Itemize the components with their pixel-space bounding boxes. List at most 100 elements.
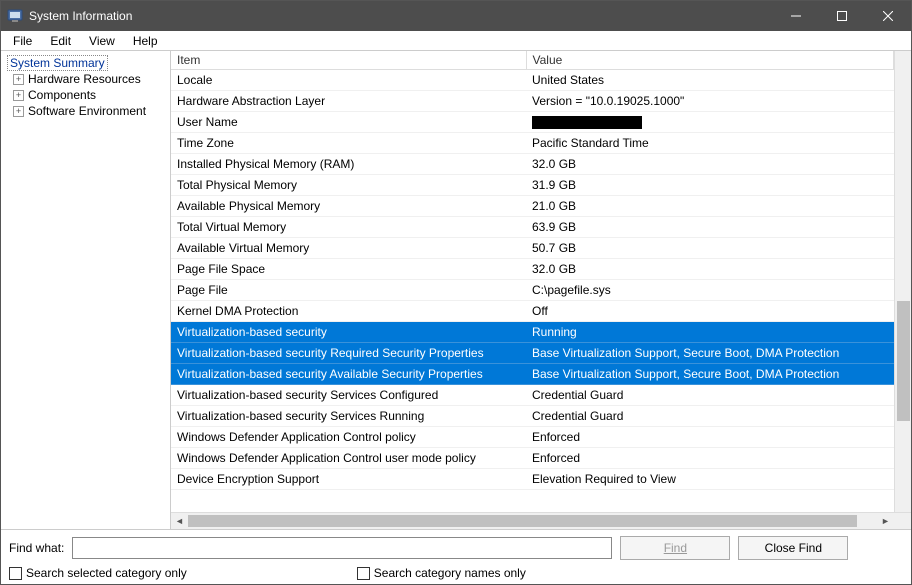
cell-value: 21.0 GB: [526, 196, 894, 217]
table-row[interactable]: Available Virtual Memory50.7 GB: [171, 238, 894, 259]
tree-item-label: Hardware Resources: [28, 72, 141, 86]
cell-value: Credential Guard: [526, 385, 894, 406]
table-row[interactable]: Total Virtual Memory63.9 GB: [171, 217, 894, 238]
table-row[interactable]: Available Physical Memory21.0 GB: [171, 196, 894, 217]
menu-view[interactable]: View: [81, 32, 123, 50]
cell-value: Pacific Standard Time: [526, 133, 894, 154]
table-row[interactable]: Hardware Abstraction LayerVersion = "10.…: [171, 91, 894, 112]
cell-value: 31.9 GB: [526, 175, 894, 196]
titlebar[interactable]: System Information: [1, 1, 911, 31]
find-panel: Find what: Find Close Find Search select…: [1, 530, 911, 584]
cell-item: Windows Defender Application Control use…: [171, 448, 526, 469]
table-row[interactable]: Page File Space32.0 GB: [171, 259, 894, 280]
cell-value: Enforced: [526, 448, 894, 469]
menu-edit[interactable]: Edit: [42, 32, 79, 50]
scrollbar-thumb[interactable]: [897, 301, 910, 421]
cell-item: Available Physical Memory: [171, 196, 526, 217]
main-pane: Item Value LocaleUnited StatesHardware A…: [171, 51, 911, 529]
col-header-item[interactable]: Item: [171, 51, 526, 70]
table-row[interactable]: Page FileC:\pagefile.sys: [171, 280, 894, 301]
tree-item-hardware-resources[interactable]: + Hardware Resources: [13, 71, 164, 87]
table-row[interactable]: User Name: [171, 112, 894, 133]
cell-value: Base Virtualization Support, Secure Boot…: [526, 343, 894, 364]
cell-item: Hardware Abstraction Layer: [171, 91, 526, 112]
checkbox-label: Search selected category only: [26, 566, 187, 580]
tree-item-label: Software Environment: [28, 104, 146, 118]
category-tree: System Summary + Hardware Resources + Co…: [1, 51, 171, 529]
expand-icon[interactable]: +: [13, 74, 24, 85]
checkbox-icon[interactable]: [357, 567, 370, 580]
table-row[interactable]: Windows Defender Application Control pol…: [171, 427, 894, 448]
minimize-button[interactable]: [773, 1, 819, 31]
table-row[interactable]: Virtualization-based security Services C…: [171, 385, 894, 406]
table-row[interactable]: Installed Physical Memory (RAM)32.0 GB: [171, 154, 894, 175]
hscrollbar-thumb[interactable]: [188, 515, 857, 527]
find-input[interactable]: [72, 537, 612, 559]
col-header-value[interactable]: Value: [526, 51, 894, 70]
cell-item: Installed Physical Memory (RAM): [171, 154, 526, 175]
maximize-button[interactable]: [819, 1, 865, 31]
cell-value: 50.7 GB: [526, 238, 894, 259]
search-names-checkbox[interactable]: Search category names only: [357, 566, 526, 580]
close-find-button[interactable]: Close Find: [738, 536, 848, 560]
cell-item: Total Physical Memory: [171, 175, 526, 196]
cell-item: Locale: [171, 70, 526, 91]
table-row[interactable]: Virtualization-based security Services R…: [171, 406, 894, 427]
expand-icon[interactable]: +: [13, 106, 24, 117]
cell-item: Kernel DMA Protection: [171, 301, 526, 322]
cell-value: 32.0 GB: [526, 154, 894, 175]
scroll-left-icon[interactable]: ◄: [171, 513, 188, 529]
tree-item-software-environment[interactable]: + Software Environment: [13, 103, 164, 119]
cell-value: [526, 112, 894, 133]
cell-item: Time Zone: [171, 133, 526, 154]
content-area: System Summary + Hardware Resources + Co…: [1, 51, 911, 530]
window-title: System Information: [29, 9, 132, 23]
table-row[interactable]: Virtualization-based security Available …: [171, 364, 894, 385]
close-button[interactable]: [865, 1, 911, 31]
vertical-scrollbar[interactable]: [894, 51, 911, 512]
table-row[interactable]: LocaleUnited States: [171, 70, 894, 91]
cell-item: Virtualization-based security Required S…: [171, 343, 526, 364]
window: System Information File Edit View Help S…: [0, 0, 912, 585]
tree-root-system-summary[interactable]: System Summary: [7, 55, 108, 71]
cell-item: Virtualization-based security Services R…: [171, 406, 526, 427]
info-table: Item Value LocaleUnited StatesHardware A…: [171, 51, 894, 490]
cell-item: Windows Defender Application Control pol…: [171, 427, 526, 448]
table-row[interactable]: Total Physical Memory31.9 GB: [171, 175, 894, 196]
checkbox-label: Search category names only: [374, 566, 526, 580]
cell-value: Running: [526, 322, 894, 343]
table-row[interactable]: Device Encryption SupportElevation Requi…: [171, 469, 894, 490]
cell-value: Credential Guard: [526, 406, 894, 427]
table-row[interactable]: Kernel DMA ProtectionOff: [171, 301, 894, 322]
tree-item-components[interactable]: + Components: [13, 87, 164, 103]
cell-value: Enforced: [526, 427, 894, 448]
menubar: File Edit View Help: [1, 31, 911, 51]
table-row[interactable]: Windows Defender Application Control use…: [171, 448, 894, 469]
find-label: Find what:: [9, 541, 64, 555]
cell-item: User Name: [171, 112, 526, 133]
cell-item: Device Encryption Support: [171, 469, 526, 490]
checkbox-icon[interactable]: [9, 567, 22, 580]
table-row[interactable]: Virtualization-based securityRunning: [171, 322, 894, 343]
cell-value: 32.0 GB: [526, 259, 894, 280]
cell-item: Page File: [171, 280, 526, 301]
find-button[interactable]: Find: [620, 536, 730, 560]
cell-item: Virtualization-based security Services C…: [171, 385, 526, 406]
cell-value: 63.9 GB: [526, 217, 894, 238]
menu-help[interactable]: Help: [125, 32, 166, 50]
app-icon: [7, 8, 23, 24]
horizontal-scrollbar[interactable]: ◄ ►: [171, 512, 911, 529]
menu-file[interactable]: File: [5, 32, 40, 50]
search-selected-checkbox[interactable]: Search selected category only: [9, 566, 187, 580]
cell-value: Version = "10.0.19025.1000": [526, 91, 894, 112]
redacted-value: [532, 116, 642, 129]
expand-icon[interactable]: +: [13, 90, 24, 101]
scroll-right-icon[interactable]: ►: [877, 513, 894, 529]
cell-value: Base Virtualization Support, Secure Boot…: [526, 364, 894, 385]
cell-value: Elevation Required to View: [526, 469, 894, 490]
table-row[interactable]: Virtualization-based security Required S…: [171, 343, 894, 364]
cell-item: Page File Space: [171, 259, 526, 280]
table-row[interactable]: Time ZonePacific Standard Time: [171, 133, 894, 154]
cell-item: Total Virtual Memory: [171, 217, 526, 238]
cell-value: C:\pagefile.sys: [526, 280, 894, 301]
